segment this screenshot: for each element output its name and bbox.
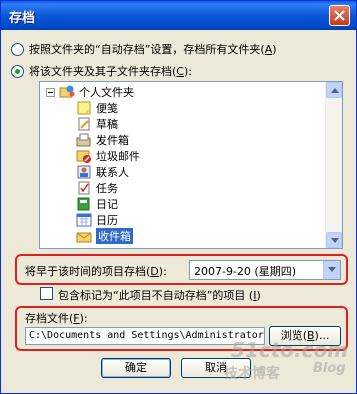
outbox-icon [76, 132, 92, 148]
tasks-icon [76, 180, 92, 196]
include-no-autoarchive-label: 包含标记为“此项目不自动存档”的项目 (I) [58, 289, 261, 302]
watermark-blog-en: Blog [313, 361, 346, 376]
dropdown-button[interactable] [323, 261, 340, 279]
scroll-down-button[interactable] [326, 232, 342, 248]
inbox-icon [76, 228, 92, 244]
window-title: 存档 [9, 11, 36, 26]
chevron-down-icon [328, 267, 336, 272]
close-icon [334, 10, 345, 21]
arrow-down-icon [331, 238, 339, 243]
arrow-up-icon [331, 88, 339, 93]
collapse-icon[interactable] [46, 87, 55, 97]
date-picker[interactable]: 2007-9-20 (星期四) [189, 260, 341, 280]
tree-item-label: 日历 [96, 214, 118, 227]
tree-item-label: 便笺 [96, 102, 118, 115]
tree-item-label: 联系人 [96, 166, 129, 179]
date-picker-value: 2007-9-20 (星期四) [194, 265, 297, 278]
junk-mail-icon [76, 148, 92, 164]
tree-item-label: 垃圾邮件 [96, 150, 140, 163]
archive-file-accel-key: F [73, 312, 80, 325]
radio-archive-by-settings-label: 按照文件夹的“自动存档”设置，存档所有文件夹 [29, 43, 261, 56]
radio-archive-folder-accel-key: C [176, 64, 184, 78]
radio-archive-by-settings[interactable]: 按照文件夹的“自动存档”设置，存档所有文件夹 (A) [11, 41, 277, 57]
archive-file-label: 存档文件(F): [25, 312, 88, 325]
tree-item-label: 草稿 [96, 118, 118, 131]
title-bar[interactable]: 存档 [1, 1, 356, 30]
tree-item-label: 发件箱 [96, 134, 129, 147]
tree-item-junk[interactable]: 垃圾邮件 [76, 148, 140, 164]
folder-tree[interactable]: 个人文件夹 便笺 草稿 发件箱 垃圾邮件 联系人 任务 日记 日历 收件箱 [39, 81, 343, 249]
date-filter-accel-key: D [150, 265, 159, 278]
watermark-site: 51cto.com [231, 338, 349, 362]
watermark-blog-cn: 技术博客 [224, 366, 280, 382]
tree-item-calendar[interactable]: 日历 [76, 212, 118, 228]
radio-archive-by-settings-accel-key: A [264, 42, 273, 56]
scroll-up-button[interactable] [326, 82, 342, 98]
tree-item-journal[interactable]: 日记 [76, 196, 118, 212]
radio-archive-folder[interactable]: 将该文件夹及其子文件夹存档 (C): [11, 63, 192, 79]
archive-dialog: 存档 按照文件夹的“自动存档”设置，存档所有文件夹 (A) 将该文件夹及其子文件… [0, 0, 357, 394]
tree-item-label: 任务 [96, 182, 118, 195]
radio-button-checked[interactable] [11, 64, 24, 78]
tree-item-label-selected: 收件箱 [96, 228, 133, 244]
tree-item-tasks[interactable]: 任务 [76, 180, 118, 196]
tree-item-drafts[interactable]: 草稿 [76, 116, 118, 132]
tree-item-notes[interactable]: 便笺 [76, 100, 118, 116]
include-accel-key: I [253, 289, 257, 302]
calendar-icon [76, 212, 92, 228]
tree-item-contacts[interactable]: 联系人 [76, 164, 129, 180]
tree-item-label: 日记 [96, 198, 118, 211]
personal-folders-icon [59, 84, 75, 100]
journal-icon [76, 196, 92, 212]
include-no-autoarchive-checkbox[interactable] [40, 287, 53, 300]
ok-button[interactable]: 确定 [101, 358, 171, 378]
radio-button[interactable] [11, 42, 24, 56]
radio-archive-folder-label: 将该文件夹及其子文件夹存档 [29, 65, 172, 78]
tree-item-outbox[interactable]: 发件箱 [76, 132, 129, 148]
close-button[interactable] [329, 5, 350, 26]
tree-item-inbox[interactable]: 收件箱 [76, 228, 133, 244]
notes-icon [76, 100, 92, 116]
date-filter-label: 将早于该时间的项目存档(D): [25, 265, 167, 278]
tree-scrollbar[interactable] [325, 82, 342, 248]
archive-file-path-input[interactable]: C:\Documents and Settings\Administrator [25, 327, 265, 345]
tree-root[interactable]: 个人文件夹 [46, 84, 134, 100]
tree-root-label: 个人文件夹 [79, 86, 134, 99]
drafts-icon [76, 116, 92, 132]
contacts-icon [76, 164, 92, 180]
